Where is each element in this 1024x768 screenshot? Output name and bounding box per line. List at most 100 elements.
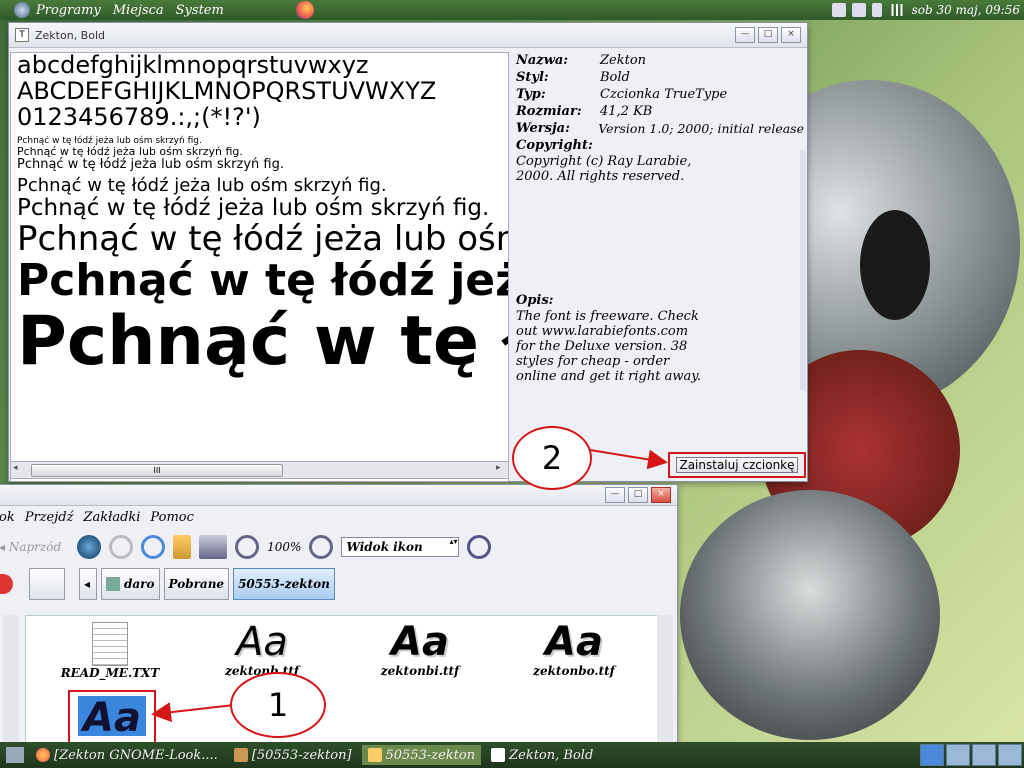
copyright-label: Copyright: xyxy=(516,138,593,153)
view-mode-select[interactable]: Widok ikon xyxy=(341,536,460,557)
folder-icon xyxy=(367,748,382,762)
path-current-button[interactable]: 50553-zekton xyxy=(233,568,335,600)
close-button[interactable]: × xyxy=(781,27,801,43)
path-downloads-button[interactable]: Pobrane xyxy=(163,568,230,600)
size-label: Rozmiar: xyxy=(516,104,582,119)
callout-step-2: 2 xyxy=(512,426,592,490)
clock[interactable]: sob 30 maj, 09:56 xyxy=(912,3,1020,17)
fm-maximize-button[interactable]: □ xyxy=(628,487,648,503)
fm-location-bar: ◂ daro Pobrane 50553-zekton xyxy=(0,566,677,602)
stop-icon[interactable] xyxy=(109,535,134,559)
preview-sample-24: Pchnąć w tę łódź jeża lub ośm skrzyń fig… xyxy=(17,194,490,221)
bottom-taskbar: [Zekton GNOME-Look.... [50553-zekton] 50… xyxy=(0,742,1024,768)
menu-programs[interactable]: Programy xyxy=(36,3,101,18)
menu-view[interactable]: ok xyxy=(0,510,15,525)
info-vertical-scrollbar[interactable] xyxy=(800,150,806,390)
file-zektonbi[interactable]: Aa zektonbi.ttf xyxy=(360,620,480,678)
install-font-button[interactable]: Zainstaluj czcionkę xyxy=(676,457,798,473)
preview-horizontal-scrollbar[interactable]: ◂ III ▸ xyxy=(10,461,509,479)
search-icon[interactable] xyxy=(467,535,492,559)
up-arrow-icon[interactable] xyxy=(77,535,102,559)
sidebar-scrollbar[interactable] xyxy=(3,615,19,743)
menu-system[interactable]: System xyxy=(176,3,224,18)
fm-close-button[interactable]: × xyxy=(651,487,671,503)
version-label: Wersja: xyxy=(516,121,570,136)
computer-icon[interactable] xyxy=(199,535,228,559)
font-preview-area: abcdefghijklmnopqrstuvwxyz ABCDEFGHIJKLM… xyxy=(10,52,509,482)
firefox-icon xyxy=(36,748,50,762)
workspace-4[interactable] xyxy=(998,744,1022,766)
file-zektonbo[interactable]: Aa zektonbo.ttf xyxy=(514,620,634,678)
task-font-viewer[interactable]: Zekton, Bold xyxy=(485,745,599,765)
workspace-switcher xyxy=(920,744,1022,766)
minimize-button[interactable]: — xyxy=(735,27,755,43)
system-tray: sob 30 maj, 09:56 xyxy=(831,0,1020,20)
font-file-icon: Aa xyxy=(391,619,449,665)
task-fm-1[interactable]: [50553-zekton] xyxy=(228,745,358,765)
window-title: Zekton, Bold xyxy=(35,28,105,42)
font-file-icon: Aa xyxy=(236,619,288,665)
selected-font-file[interactable]: Aa xyxy=(68,690,156,746)
tray-applet-icon[interactable] xyxy=(831,3,846,17)
signal-strength-icon[interactable] xyxy=(887,4,906,16)
path-home-button[interactable]: daro xyxy=(101,568,160,600)
workspace-1[interactable] xyxy=(920,744,944,766)
home-folder-icon[interactable] xyxy=(173,535,192,559)
forward-button[interactable]: ◂ Naprzód xyxy=(0,540,61,554)
task-fm-2[interactable]: 50553-zekton xyxy=(361,745,482,765)
close-sidebar-icon[interactable] xyxy=(0,574,13,594)
main-menu-logo-icon[interactable] xyxy=(14,2,30,18)
reload-icon[interactable] xyxy=(141,535,166,559)
style-label: Styl: xyxy=(516,70,549,85)
zoom-out-icon[interactable] xyxy=(235,535,260,559)
text-file-icon xyxy=(92,622,128,666)
maximize-button[interactable]: □ xyxy=(758,27,778,43)
file-manager-titlebar[interactable]: — □ × xyxy=(0,485,677,506)
scroll-left-arrow-icon[interactable]: ◂ xyxy=(13,463,25,473)
folder-icon xyxy=(106,577,120,591)
show-desktop-icon[interactable] xyxy=(6,747,24,763)
scroll-right-arrow-icon[interactable]: ▸ xyxy=(496,463,508,473)
preview-digits: 0123456789.:,;(*!?') xyxy=(17,102,261,131)
font-viewer-titlebar[interactable]: T Zekton, Bold — □ × xyxy=(9,23,807,48)
toggle-location-button[interactable] xyxy=(29,568,65,600)
font-app-icon: T xyxy=(15,28,29,42)
size-value: 41,2 KB xyxy=(600,104,653,119)
preview-sample-18: Pchnąć w tę łódź jeża lub ośm skrzyń fig… xyxy=(17,175,387,197)
scrollbar-thumb[interactable]: III xyxy=(31,464,283,477)
menu-places[interactable]: Miejsca xyxy=(113,3,164,18)
menu-bookmarks[interactable]: Zakładki xyxy=(83,510,140,525)
font-info-panel: Nazwa: Zekton Styl: Bold Typ: Czcionka True… xyxy=(508,52,804,480)
file-zektonb[interactable]: Aa zektonb.ttf xyxy=(202,620,322,678)
menu-go[interactable]: Przejdź xyxy=(25,510,74,525)
font-app-icon xyxy=(491,748,506,762)
name-label: Nazwa: xyxy=(516,53,569,68)
style-value: Bold xyxy=(600,70,630,85)
tray-network-icon[interactable] xyxy=(851,3,866,17)
description-label: Opis: xyxy=(516,293,554,308)
firefox-launcher-icon[interactable] xyxy=(295,1,314,19)
icon-view-scrollbar[interactable] xyxy=(657,615,673,743)
font-file-icon: Aa xyxy=(545,619,603,665)
zoom-level: 100% xyxy=(267,540,302,554)
fm-menubar: ok Przejdź Zakładki Pomoc xyxy=(0,506,677,528)
preview-uppercase: ABCDEFGHIJKLMNOPQRSTUVWXYZ xyxy=(17,76,437,105)
preview-lowercase: abcdefghijklmnopqrstuvwxyz xyxy=(17,52,369,79)
preview-sample-12: Pchnąć w tę łódź jeża lub ośm skrzyń fig… xyxy=(17,157,284,173)
folder-icon xyxy=(233,748,248,762)
fm-minimize-button[interactable]: — xyxy=(605,487,625,503)
volume-icon[interactable] xyxy=(871,3,882,17)
file-readme[interactable]: READ_ME.TXT xyxy=(50,622,170,680)
zoom-in-icon[interactable] xyxy=(309,535,334,559)
preview-sample-72: Pchnąć w tę łódź jeża lub ośm skrzyń fig… xyxy=(17,301,508,381)
task-firefox[interactable]: [Zekton GNOME-Look.... xyxy=(30,745,224,765)
callout-step-1: 1 xyxy=(230,672,326,738)
copyright-value: Copyright (c) Ray Larabie, 2000. All rig… xyxy=(516,154,692,184)
type-value: Czcionka TrueType xyxy=(600,87,728,102)
path-back-arrow[interactable]: ◂ xyxy=(79,568,97,600)
name-value: Zekton xyxy=(600,53,647,68)
workspace-2[interactable] xyxy=(946,744,970,766)
menu-help[interactable]: Pomoc xyxy=(150,510,193,525)
top-panel: Programy Miejsca System sob 30 maj, 09:5… xyxy=(0,0,1024,20)
workspace-3[interactable] xyxy=(972,744,996,766)
